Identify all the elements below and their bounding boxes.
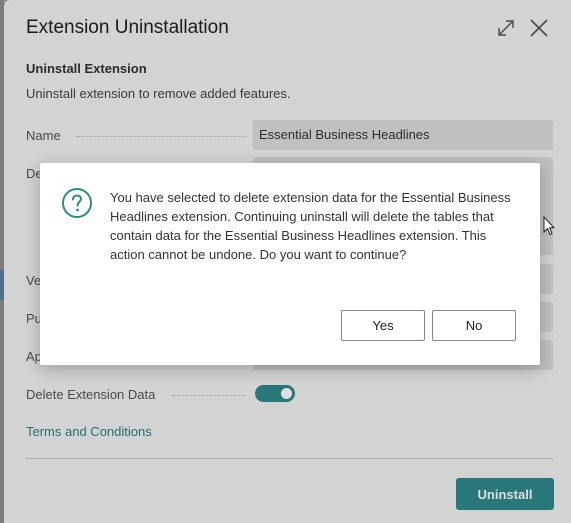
yes-button[interactable]: Yes	[341, 310, 425, 341]
dialog-message: You have selected to delete extension da…	[110, 190, 511, 262]
mouse-cursor-icon	[543, 216, 555, 236]
confirm-dialog: You have selected to delete extension da…	[40, 163, 540, 365]
question-icon	[62, 188, 92, 218]
no-button[interactable]: No	[432, 310, 516, 341]
